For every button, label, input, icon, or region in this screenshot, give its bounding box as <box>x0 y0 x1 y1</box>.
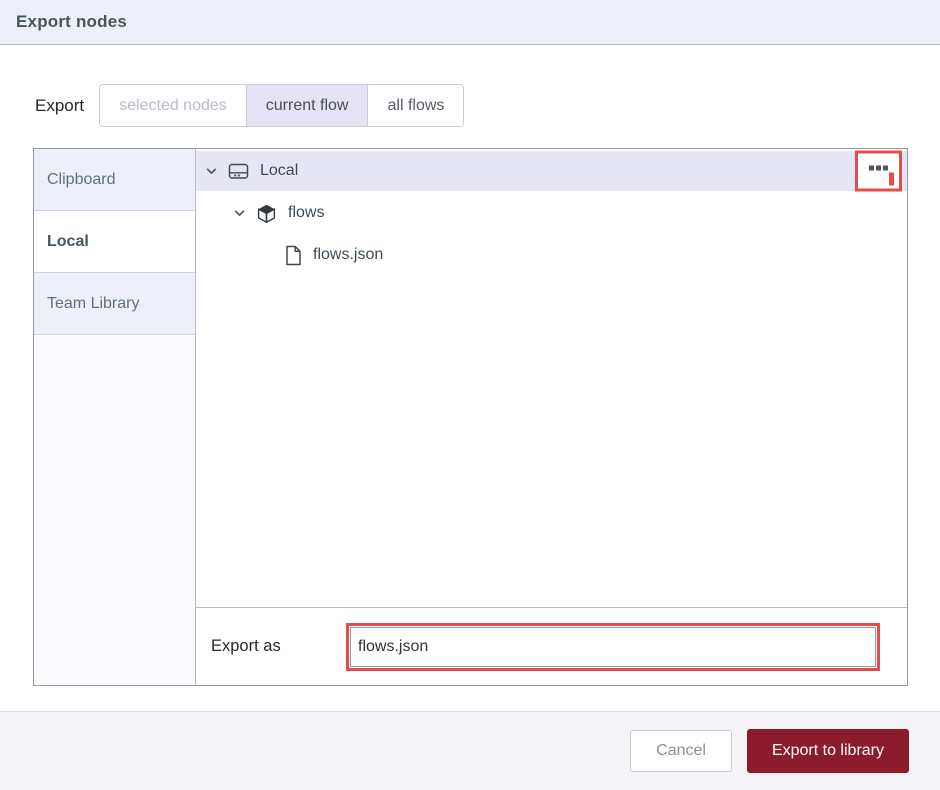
export-filename-input[interactable] <box>350 626 876 667</box>
sidebar-filler <box>34 335 195 685</box>
export-scope-button-group: selected nodes current flow all flows <box>99 84 465 127</box>
chevron-down-icon[interactable] <box>233 207 246 220</box>
sidebar-item-team-library[interactable]: Team Library <box>34 273 195 335</box>
sidebar-item-label: Local <box>47 232 89 250</box>
tree-row-label: flows.json <box>313 246 384 263</box>
export-as-label: Export as <box>211 637 281 655</box>
cube-icon <box>256 203 277 224</box>
chevron-down-icon[interactable] <box>205 165 218 178</box>
library-content: Local flows flows.json Export as flows.j… <box>196 149 907 685</box>
dialog-header: Export nodes <box>0 0 940 45</box>
sidebar-item-label: Team Library <box>47 294 140 312</box>
annotation-highlight-box <box>346 622 880 671</box>
library-sidebar: Clipboard Local Team Library <box>34 149 196 685</box>
sidebar-item-clipboard[interactable]: Clipboard <box>34 149 195 211</box>
library-panel: Clipboard Local Team Library Local flows… <box>33 148 908 686</box>
sidebar-item-local[interactable]: Local <box>34 211 195 273</box>
file-icon <box>284 245 302 266</box>
annotation-highlight-box <box>855 150 902 192</box>
dialog-footer: Cancel Export to library <box>0 711 940 790</box>
sidebar-item-label: Clipboard <box>47 170 116 188</box>
ellipsis-icon <box>869 165 888 171</box>
annotation-caret-mark <box>889 172 894 186</box>
scope-all-flows-button[interactable]: all flows <box>367 85 464 126</box>
export-as-row: Export as <box>196 607 907 685</box>
hard-drive-icon <box>228 162 249 181</box>
scope-current-flow-button[interactable]: current flow <box>245 85 368 126</box>
tree-row-label: Local <box>260 162 299 179</box>
file-tree: Local flows flows.json <box>196 149 907 277</box>
export-scope-row: Export selected nodes current flow all f… <box>35 84 465 127</box>
tree-row-flows[interactable]: flows <box>196 193 907 233</box>
scope-selected-nodes-button[interactable]: selected nodes <box>100 85 246 126</box>
page-title: Export nodes <box>16 12 128 31</box>
export-to-library-button[interactable]: Export to library <box>746 729 909 773</box>
cancel-button[interactable]: Cancel <box>630 730 732 772</box>
row-menu-button[interactable] <box>858 154 899 189</box>
tree-row-local[interactable]: Local <box>196 150 907 192</box>
tree-row-label: flows <box>288 204 325 221</box>
tree-row-flows-json[interactable]: flows.json <box>196 235 907 275</box>
export-scope-label: Export <box>35 95 85 115</box>
